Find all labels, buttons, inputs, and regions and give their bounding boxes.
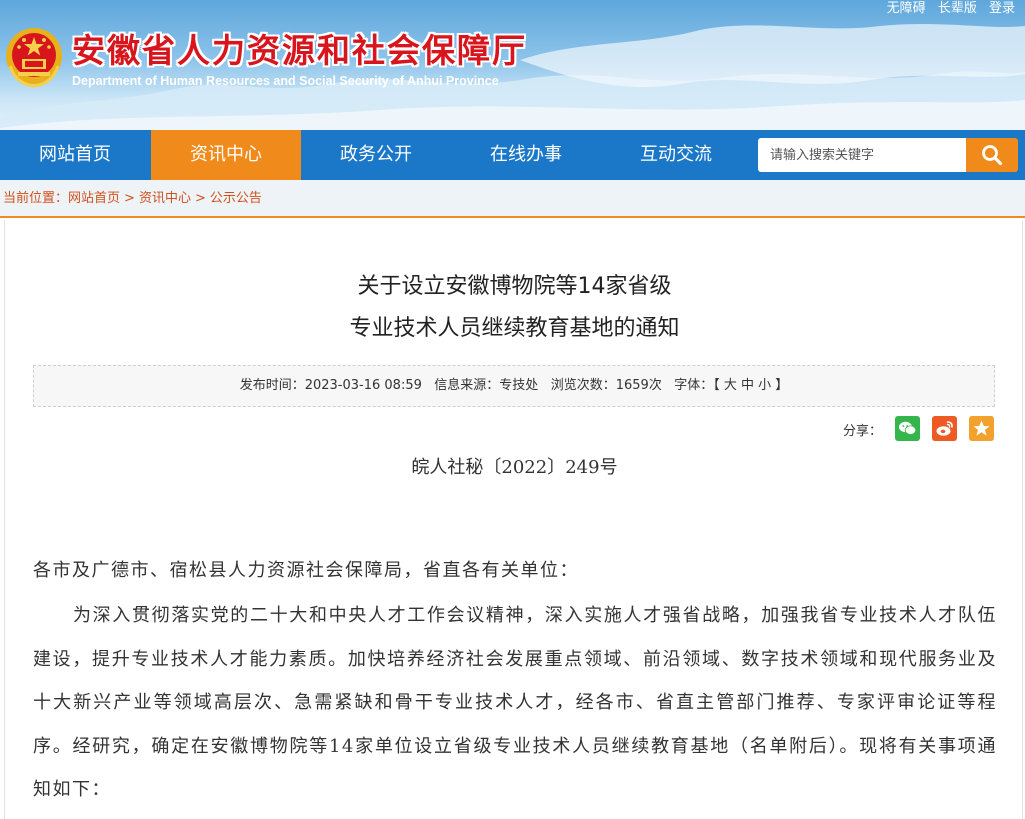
weibo-icon <box>936 421 953 436</box>
share-favorite-button[interactable] <box>969 416 994 441</box>
nav-item-online-services[interactable]: 在线办事 <box>451 130 601 180</box>
accessibility-link[interactable]: 无障碍 <box>887 1 926 16</box>
site-subtitle: Department of Human Resources and Social… <box>72 74 499 88</box>
share-wechat-button[interactable] <box>895 416 920 441</box>
article-salutation: 各市及广德市、宿松县人力资源社会保障局，省直各有关单位： <box>33 560 579 581</box>
share-label: 分享： <box>842 424 882 439</box>
search-button[interactable] <box>966 138 1018 172</box>
search-icon <box>982 145 1003 166</box>
views-label: 浏览次数： <box>550 378 616 393</box>
article-container: 关于设立安徽博物院等14家省级 专业技术人员继续教育基地的通知 发布时间：202… <box>4 220 1023 819</box>
elder-mode-link[interactable]: 长辈版 <box>938 1 977 16</box>
article-title-line1: 关于设立安徽博物院等14家省级 <box>357 274 672 299</box>
publish-time-label: 发布时间： <box>239 378 305 393</box>
font-size-label: 字体： <box>674 378 714 393</box>
breadcrumb-announcements[interactable]: 公示公告 <box>210 191 262 206</box>
search-input[interactable] <box>758 138 966 172</box>
site-title: 安徽省人力资源和社会保障厅 <box>72 31 527 70</box>
article-meta: 发布时间：2023-03-16 08:59 信息来源：专技处 浏览次数：1659… <box>33 365 995 407</box>
wechat-icon <box>899 421 917 435</box>
breadcrumb: 当前位置：网站首页 > 资讯中心 > 公示公告 <box>0 180 1025 218</box>
source-value: 专技处 <box>499 378 539 393</box>
share-bar: 分享： <box>794 416 994 442</box>
nav-item-news-center[interactable]: 资讯中心 <box>151 130 301 180</box>
header-banner: 无障碍 长辈版 登录 安徽省人力资源和社会保障厅 Department of H… <box>0 0 1025 130</box>
national-emblem-icon <box>6 28 62 88</box>
breadcrumb-separator: > <box>124 191 135 206</box>
breadcrumb-home[interactable]: 网站首页 <box>68 191 120 206</box>
nav-item-home[interactable]: 网站首页 <box>0 130 150 180</box>
nav-item-government-affairs[interactable]: 政务公开 <box>301 130 451 180</box>
share-weibo-button[interactable] <box>932 416 957 441</box>
views-count: 1659次 <box>615 378 662 393</box>
article-paragraph: 为深入贯彻落实党的二十大和中央人才工作会议精神，深入实施人才强省战略，加强我省专… <box>33 605 997 800</box>
main-nav: 网站首页 资讯中心 政务公开 在线办事 互动交流 <box>0 130 1025 180</box>
font-size-options[interactable]: 【 大 中 小 】 <box>713 378 788 393</box>
article-title-line2: 专业技术人员继续教育基地的通知 <box>349 316 680 341</box>
nav-item-interaction[interactable]: 互动交流 <box>601 130 751 180</box>
breadcrumb-news-center[interactable]: 资讯中心 <box>139 191 191 206</box>
breadcrumb-separator: > <box>194 191 206 206</box>
login-link[interactable]: 登录 <box>989 1 1015 16</box>
document-number: 皖人社秘〔2022〕249号 <box>411 457 618 478</box>
publish-time: 2023-03-16 08:59 <box>304 378 422 393</box>
breadcrumb-prefix: 当前位置： <box>3 191 69 206</box>
star-icon <box>973 420 990 436</box>
top-links: 无障碍 长辈版 登录 <box>879 0 1015 16</box>
source-label: 信息来源： <box>434 378 500 393</box>
